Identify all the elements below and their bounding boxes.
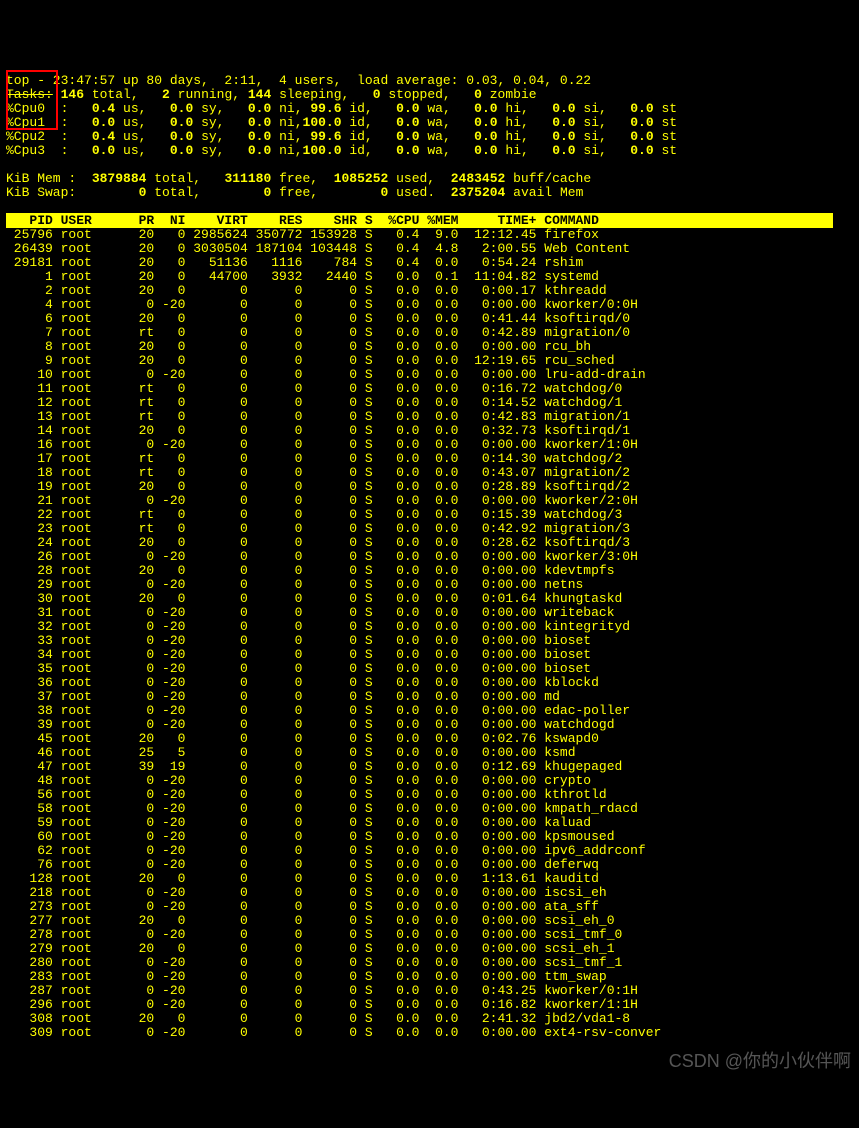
process-row[interactable]: 1 root 20 0 44700 3932 2440 S 0.0 0.1 11… [6,269,599,284]
process-row[interactable]: 22 root rt 0 0 0 0 S 0.0 0.0 0:15.39 wat… [6,507,622,522]
process-row[interactable]: 47 root 39 19 0 0 0 S 0.0 0.0 0:12.69 kh… [6,759,622,774]
process-row[interactable]: 46 root 25 5 0 0 0 S 0.0 0.0 0:00.00 ksm… [6,745,576,760]
process-row[interactable]: 283 root 0 -20 0 0 0 S 0.0 0.0 0:00.00 t… [6,969,607,984]
process-row[interactable]: 76 root 0 -20 0 0 0 S 0.0 0.0 0:00.00 de… [6,857,599,872]
process-row[interactable]: 60 root 0 -20 0 0 0 S 0.0 0.0 0:00.00 kp… [6,829,615,844]
process-row[interactable]: 29181 root 20 0 51136 1116 784 S 0.4 0.0… [6,255,583,270]
process-row[interactable]: 9 root 20 0 0 0 0 S 0.0 0.0 12:19.65 rcu… [6,353,615,368]
process-row[interactable]: 33 root 0 -20 0 0 0 S 0.0 0.0 0:00.00 bi… [6,633,591,648]
process-row[interactable]: 4 root 0 -20 0 0 0 S 0.0 0.0 0:00.00 kwo… [6,297,638,312]
column-header[interactable]: PID USER PR NI VIRT RES SHR S %CPU %MEM … [6,213,833,228]
process-row[interactable]: 23 root rt 0 0 0 0 S 0.0 0.0 0:42.92 mig… [6,521,630,536]
process-row[interactable]: 39 root 0 -20 0 0 0 S 0.0 0.0 0:00.00 wa… [6,717,615,732]
process-list: 25796 root 20 0 2985624 350772 153928 S … [6,228,853,1040]
process-row[interactable]: 18 root rt 0 0 0 0 S 0.0 0.0 0:43.07 mig… [6,465,630,480]
process-row[interactable]: 277 root 20 0 0 0 0 S 0.0 0.0 0:00.00 sc… [6,913,615,928]
watermark: CSDN @你的小伙伴啊 [669,1054,851,1068]
process-row[interactable]: 279 root 20 0 0 0 0 S 0.0 0.0 0:00.00 sc… [6,941,615,956]
process-row[interactable]: 8 root 20 0 0 0 0 S 0.0 0.0 0:00.00 rcu_… [6,339,591,354]
process-row[interactable]: 10 root 0 -20 0 0 0 S 0.0 0.0 0:00.00 lr… [6,367,646,382]
process-row[interactable]: 128 root 20 0 0 0 0 S 0.0 0.0 1:13.61 ka… [6,871,599,886]
process-row[interactable]: 35 root 0 -20 0 0 0 S 0.0 0.0 0:00.00 bi… [6,661,591,676]
process-row[interactable]: 38 root 0 -20 0 0 0 S 0.0 0.0 0:00.00 ed… [6,703,630,718]
process-row[interactable]: 56 root 0 -20 0 0 0 S 0.0 0.0 0:00.00 kt… [6,787,607,802]
process-row[interactable]: 45 root 20 0 0 0 0 S 0.0 0.0 0:02.76 ksw… [6,731,599,746]
mem-line: KiB Mem : 3879884 total, 311180 free, 10… [6,171,591,186]
terminal[interactable]: top - 23:47:57 up 80 days, 2:11, 4 users… [0,42,859,1072]
process-row[interactable]: 29 root 0 -20 0 0 0 S 0.0 0.0 0:00.00 ne… [6,577,583,592]
process-row[interactable]: 13 root rt 0 0 0 0 S 0.0 0.0 0:42.83 mig… [6,409,630,424]
process-row[interactable]: 12 root rt 0 0 0 0 S 0.0 0.0 0:14.52 wat… [6,395,622,410]
process-row[interactable]: 7 root rt 0 0 0 0 S 0.0 0.0 0:42.89 migr… [6,325,630,340]
process-row[interactable]: 36 root 0 -20 0 0 0 S 0.0 0.0 0:00.00 kb… [6,675,599,690]
process-row[interactable]: 26 root 0 -20 0 0 0 S 0.0 0.0 0:00.00 kw… [6,549,638,564]
process-row[interactable]: 62 root 0 -20 0 0 0 S 0.0 0.0 0:00.00 ip… [6,843,646,858]
process-row[interactable]: 16 root 0 -20 0 0 0 S 0.0 0.0 0:00.00 kw… [6,437,638,452]
process-row[interactable]: 48 root 0 -20 0 0 0 S 0.0 0.0 0:00.00 cr… [6,773,591,788]
process-row[interactable]: 280 root 0 -20 0 0 0 S 0.0 0.0 0:00.00 s… [6,955,622,970]
process-row[interactable]: 30 root 20 0 0 0 0 S 0.0 0.0 0:01.64 khu… [6,591,622,606]
process-row[interactable]: 59 root 0 -20 0 0 0 S 0.0 0.0 0:00.00 ka… [6,815,591,830]
cpu-lines: %Cpu0 : 0.4 us, 0.0 sy, 0.0 ni, 99.6 id,… [6,102,853,158]
process-row[interactable]: 31 root 0 -20 0 0 0 S 0.0 0.0 0:00.00 wr… [6,605,615,620]
uptime-line: top - 23:47:57 up 80 days, 2:11, 4 users… [6,73,591,88]
process-row[interactable]: 273 root 0 -20 0 0 0 S 0.0 0.0 0:00.00 a… [6,899,599,914]
process-row[interactable]: 17 root rt 0 0 0 0 S 0.0 0.0 0:14.30 wat… [6,451,622,466]
process-row[interactable]: 287 root 0 -20 0 0 0 S 0.0 0.0 0:43.25 k… [6,983,638,998]
process-row[interactable]: 6 root 20 0 0 0 0 S 0.0 0.0 0:41.44 ksof… [6,311,630,326]
process-row[interactable]: 309 root 0 -20 0 0 0 S 0.0 0.0 0:00.00 e… [6,1025,661,1040]
process-row[interactable]: 308 root 20 0 0 0 0 S 0.0 0.0 2:41.32 jb… [6,1011,630,1026]
process-row[interactable]: 21 root 0 -20 0 0 0 S 0.0 0.0 0:00.00 kw… [6,493,638,508]
tasks-line: Tasks: 146 total, 2 running, 144 sleepin… [6,87,537,102]
process-row[interactable]: 37 root 0 -20 0 0 0 S 0.0 0.0 0:00.00 md [6,689,560,704]
process-row[interactable]: 2 root 20 0 0 0 0 S 0.0 0.0 0:00.17 kthr… [6,283,607,298]
process-row[interactable]: 296 root 0 -20 0 0 0 S 0.0 0.0 0:16.82 k… [6,997,638,1012]
process-row[interactable]: 34 root 0 -20 0 0 0 S 0.0 0.0 0:00.00 bi… [6,647,591,662]
process-row[interactable]: 32 root 0 -20 0 0 0 S 0.0 0.0 0:00.00 ki… [6,619,630,634]
process-row[interactable]: 19 root 20 0 0 0 0 S 0.0 0.0 0:28.89 kso… [6,479,630,494]
process-row[interactable]: 11 root rt 0 0 0 0 S 0.0 0.0 0:16.72 wat… [6,381,622,396]
process-row[interactable]: 25796 root 20 0 2985624 350772 153928 S … [6,227,599,242]
process-row[interactable]: 218 root 0 -20 0 0 0 S 0.0 0.0 0:00.00 i… [6,885,607,900]
process-row[interactable]: 26439 root 20 0 3030504 187104 103448 S … [6,241,630,256]
process-row[interactable]: 278 root 0 -20 0 0 0 S 0.0 0.0 0:00.00 s… [6,927,622,942]
process-row[interactable]: 58 root 0 -20 0 0 0 S 0.0 0.0 0:00.00 km… [6,801,638,816]
process-row[interactable]: 14 root 20 0 0 0 0 S 0.0 0.0 0:32.73 kso… [6,423,630,438]
swap-line: KiB Swap: 0 total, 0 free, 0 used. 23752… [6,185,583,200]
process-row[interactable]: 28 root 20 0 0 0 0 S 0.0 0.0 0:00.00 kde… [6,563,615,578]
process-row[interactable]: 24 root 20 0 0 0 0 S 0.0 0.0 0:28.62 kso… [6,535,630,550]
